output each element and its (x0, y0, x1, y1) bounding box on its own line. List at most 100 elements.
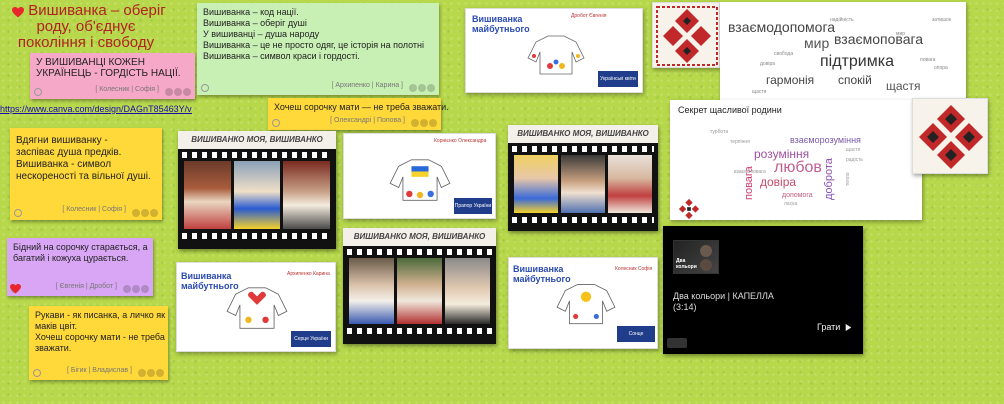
photo-frame (184, 161, 231, 229)
page-title: Вишиванка – оберіг роду, об'єднує поколі… (17, 2, 166, 51)
note-authors: [ Колесник | Софія ] (95, 86, 159, 93)
photo-frame (561, 155, 605, 213)
word-cloud[interactable]: Секрет щасливої родини взаєморозуміння р… (670, 100, 922, 220)
note-line: Бідний на сорочку старається, а (13, 242, 148, 252)
poster-heading: Вишиванка майбутнього (472, 14, 530, 34)
cloud-word: щастя (752, 89, 767, 95)
cloud-word: щастя (846, 147, 861, 153)
cloud-word: свобода (774, 51, 794, 57)
embroidered-shirt-image (527, 35, 585, 75)
video-card[interactable]: Два кольори Два кольори | КАПЕЛЛА (3:14)… (663, 226, 863, 354)
cloud-word: турбота (710, 129, 729, 135)
poster-badge: Сонце (617, 326, 655, 342)
photo-frame (397, 258, 442, 324)
note-line: нескореності та вільної душі. (16, 171, 151, 182)
note-authors: [ Євгенія | Дробот ] (55, 283, 117, 290)
note-actions[interactable] (411, 119, 437, 127)
canva-link[interactable]: https://www.canva.com/design/DAGnT85463Y… (0, 104, 192, 124)
photo-filmstrip[interactable]: ВИШИВАНКО МОЯ, ВИШИВАНКО (178, 131, 336, 249)
ornament-icon (678, 198, 700, 220)
note-line: маків цвіт. (35, 321, 77, 331)
cloud-word: підтримка (820, 53, 894, 70)
photo-frame (349, 258, 394, 324)
poster-author: Корнієнко Олександра (434, 138, 487, 144)
note-authors: [ Архипенко | Карина ] (331, 82, 404, 89)
poster-card[interactable]: Вишиванка майбутнього Архипенко Карина С… (176, 262, 336, 352)
sticky-note[interactable]: Рукави - як писанка, а личко як маків цв… (29, 306, 168, 380)
sticky-note[interactable]: Хочеш сорочку мати — не треба зважати. [… (268, 98, 449, 130)
poster-badge: Прапор України (454, 198, 492, 214)
note-line: Рукави - як писанка, а личко як (35, 310, 166, 320)
cloud-word: ласка (784, 201, 798, 207)
note-line: Вдягни вишиванку - (16, 135, 108, 146)
filmstrip-title: ВИШИВАНКО МОЯ, ВИШИВАНКО (343, 228, 496, 246)
smile-icon (33, 369, 41, 377)
poster-badge: Українські квіти (598, 71, 638, 87)
cloud-word: взаємоповага (734, 169, 766, 175)
note-line: Вишиванка – символ краси і гордості. (203, 51, 360, 61)
photo-frame (445, 258, 490, 324)
play-label: Грати (817, 322, 841, 332)
filmstrip-title: ВИШИВАНКО МОЯ, ВИШИВАНКО (508, 125, 658, 143)
cloud-word: гармонія (766, 73, 815, 87)
video-thumbnail[interactable]: Два кольори (673, 240, 719, 274)
note-actions[interactable] (123, 285, 149, 293)
photo-frame (283, 161, 331, 229)
note-actions[interactable] (165, 88, 191, 96)
video-title: Два кольори | КАПЕЛЛА (673, 291, 774, 301)
sticky-note[interactable]: Вишиванка – код нації. Вишиванка – обері… (197, 3, 439, 95)
note-line: Вишиванка – код нації. (203, 7, 299, 17)
cloud-word: повага (920, 57, 936, 63)
photo-filmstrip[interactable]: ВИШИВАНКО МОЯ, ВИШИВАНКО (508, 125, 658, 231)
cloud-word: терпіння (730, 139, 750, 145)
sticky-note[interactable]: Бідний на сорочку старається, а багатий … (7, 238, 153, 296)
play-button[interactable]: Грати (817, 321, 857, 333)
note-line: багатий і кожуха цурається. (13, 253, 129, 263)
sticky-note[interactable]: У ВИШИВАНЦІ КОЖЕН УКРАЇНЕЦЬ - ГОРДІСТЬ Н… (30, 53, 195, 99)
video-thumb-label: Два кольори (676, 258, 697, 270)
note-line: Вишиванка – це не просто одяг, це історі… (203, 40, 425, 50)
note-line: Вишиванка - символ (16, 159, 112, 170)
photo-frame (608, 155, 652, 213)
poster-author: Дробот Євгенія (571, 13, 607, 19)
cloud-word: спокій (838, 73, 872, 87)
word-cloud[interactable]: взаємодопомога мир взаємоповага підтримк… (720, 2, 966, 100)
heart-icon (10, 284, 21, 294)
embroidered-shirt-image (556, 283, 616, 325)
poster-heading: Вишиванка майбутнього (513, 264, 571, 284)
note-actions[interactable] (138, 369, 164, 377)
sticky-note[interactable]: Вдягни вишиванку - заспіває душа предків… (10, 128, 162, 220)
video-logo (667, 338, 687, 348)
embroidery-pattern-image (652, 2, 720, 68)
cloud-word: затишок (932, 17, 952, 23)
poster-card[interactable]: Корнієнко Олександра Прапор України (343, 133, 496, 219)
note-actions[interactable] (409, 84, 435, 92)
poster-author: Архипенко Карина (287, 271, 330, 277)
embroidered-shirt-image (389, 159, 451, 201)
cloud-word: мир (804, 35, 830, 51)
note-line: УКРАЇНЕЦЬ - ГОРДІСТЬ НАЦІЇ. (36, 68, 181, 79)
cloud-word: взаємодопомога (728, 19, 836, 35)
embroidery-icon (653, 3, 719, 67)
photo-frame (233, 161, 281, 229)
filmstrip-title: ВИШИВАНКО МОЯ, ВИШИВАНКО (178, 131, 336, 149)
cloud-word: тепло (845, 172, 851, 186)
photo-filmstrip[interactable]: ВИШИВАНКО МОЯ, ВИШИВАНКО (343, 228, 496, 344)
board-title: Вишиванка – оберіг роду, об'єднує поколі… (4, 2, 166, 51)
video-duration: (3:14) (673, 302, 697, 312)
embroidery-pattern-image (912, 98, 988, 174)
note-authors: [ Олександрі | Попова ] (330, 117, 405, 124)
cloud-word: взаєморозуміння (790, 135, 861, 145)
cloud-word: щастя (886, 79, 921, 93)
note-authors: [ Бігик | Владислав ] (67, 367, 132, 374)
note-line: заспіває душа предків. (16, 147, 122, 158)
cloud-word: допомога (782, 192, 813, 199)
poster-card[interactable]: Вишиванка майбутнього Дробот Євгенія Укр… (465, 8, 643, 93)
play-icon (846, 323, 852, 331)
cloud-word: любов (774, 159, 822, 176)
poster-badge: Серце України (291, 331, 331, 347)
cloud-word: довіра (760, 175, 797, 189)
note-line: У вишиванці – душа народу (203, 29, 320, 39)
poster-card[interactable]: Вишиванка майбутнього Колесник Софія Сон… (508, 257, 658, 349)
note-actions[interactable] (132, 209, 158, 217)
